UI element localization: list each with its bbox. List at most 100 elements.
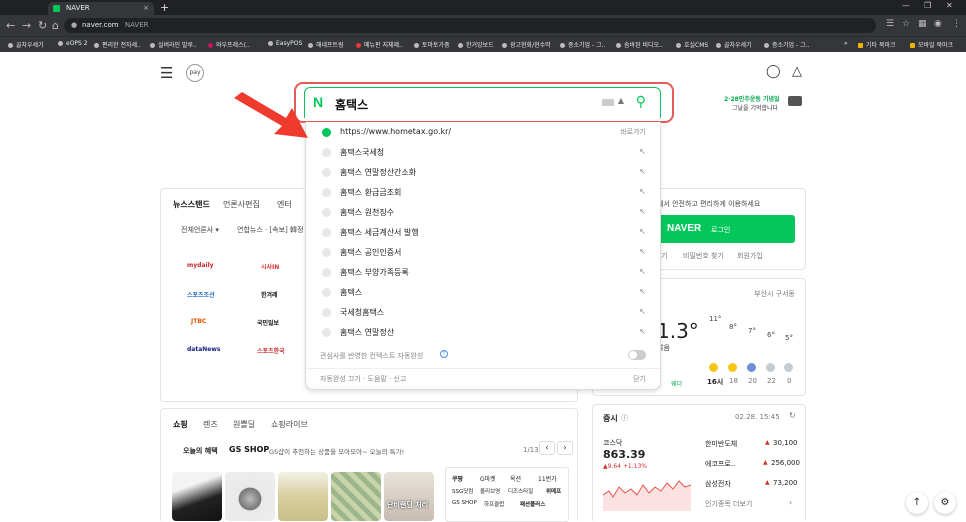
bookmark-star-icon[interactable]: ☆ — [902, 19, 910, 29]
pay-button[interactable]: pay — [186, 64, 204, 82]
help-icon[interactable]: ? — [440, 350, 448, 358]
back-icon[interactable]: ← — [6, 19, 15, 32]
bookmark-item[interactable]: eOPS 2 — [58, 40, 88, 47]
mall-link[interactable]: SSG닷컴 — [452, 487, 473, 495]
bookmark-item[interactable]: 와우프레스(.. — [208, 40, 250, 49]
tab-press-edit[interactable]: 언론사편집 — [223, 199, 260, 210]
tab-newsstand[interactable]: 뉴스스탠드 — [173, 199, 210, 210]
signup-link[interactable]: 회원가입 — [737, 251, 763, 261]
home-icon[interactable]: ⌂ — [52, 19, 59, 32]
search-input[interactable]: N 홈택스 ▲ ⚲ — [304, 87, 661, 118]
bookmark-item[interactable]: 한거잉보드 — [458, 40, 494, 49]
arrow-up-left-icon[interactable]: ↖ — [639, 227, 646, 236]
arrow-up-left-icon[interactable]: ↖ — [639, 147, 646, 156]
press-logo[interactable]: mydaily — [187, 262, 214, 269]
index-name[interactable]: 코스닥 — [603, 438, 622, 448]
bookmark-item[interactable]: 골차우세기 — [8, 40, 44, 49]
refresh-icon[interactable]: ↻ — [789, 411, 796, 420]
context-autocomplete-toggle[interactable] — [628, 350, 646, 360]
hamburger-menu-icon[interactable]: ☰ — [160, 64, 173, 82]
arrow-up-left-icon[interactable]: ↖ — [639, 327, 646, 336]
promo-text[interactable]: GS샵이 추천하는 상품을 모아모아~ 오늘의 특가! — [269, 446, 404, 456]
bookmark-item[interactable]: 골차우세기 — [716, 40, 752, 49]
tab-one-deal[interactable]: 원쁠딜 — [233, 419, 255, 430]
address-bar[interactable]: ● naver.com NAVER — [64, 18, 876, 33]
press-logo[interactable]: 스포츠조선 — [187, 290, 215, 299]
bookmark-item[interactable]: 토마토가중 — [414, 40, 450, 49]
profile-avatar-icon[interactable]: ◉ — [934, 19, 942, 29]
arrow-up-left-icon[interactable]: ↖ — [639, 207, 646, 216]
suggestion-item[interactable]: 홈택스 원천징수 ↖ — [306, 204, 660, 223]
forward-icon[interactable]: → — [22, 19, 31, 32]
mall-link[interactable]: GS SHOP — [452, 500, 477, 506]
goto-link[interactable]: 바로가기 — [620, 127, 646, 137]
mall-link[interactable]: 하프클럽 — [484, 500, 504, 508]
press-filter-dropdown[interactable]: 전체언론사 ▾ — [181, 225, 219, 235]
stocks-info-icon[interactable]: ⓘ — [621, 413, 628, 423]
press-logo[interactable]: 스포츠한국 — [257, 346, 285, 355]
stock-name[interactable]: 한미반도체 — [705, 439, 737, 449]
menu-kebab-icon[interactable]: ⋮ — [952, 19, 961, 29]
product-thumbnail[interactable] — [278, 472, 328, 521]
suggestion-item[interactable]: 홈택스 부양가족등록 ↖ — [306, 264, 660, 283]
carousel-next-icon[interactable]: › — [557, 441, 573, 455]
arrow-up-left-icon[interactable]: ↖ — [639, 287, 646, 296]
bookmark-item[interactable]: EasyPOS — [268, 40, 302, 47]
bookmarks-overflow[interactable]: » — [844, 40, 848, 47]
stock-name[interactable]: 에코프로.. — [705, 459, 735, 469]
arrow-up-left-icon[interactable]: ↖ — [639, 267, 646, 276]
mall-link[interactable]: 쿠팡 — [452, 474, 463, 483]
new-tab-button[interactable]: + — [160, 1, 169, 14]
suggestion-item[interactable]: 홈택스 연말정산간소화 ↖ — [306, 164, 660, 183]
bookmark-item[interactable]: 실버라인 발루.. — [150, 40, 197, 49]
suggestion-item[interactable]: 홈택스 공인인증서 ↖ — [306, 244, 660, 263]
minimize-icon[interactable]: — — [902, 1, 910, 10]
bookmark-item[interactable]: 해네프트링 — [308, 40, 344, 49]
press-logo[interactable]: 한겨레 — [261, 290, 278, 299]
bookmark-item[interactable]: 중소기업 - 그.. — [560, 40, 605, 49]
arrow-up-left-icon[interactable]: ↖ — [639, 187, 646, 196]
close-window-icon[interactable]: ✕ — [946, 1, 953, 10]
product-thumbnail[interactable] — [225, 472, 275, 521]
keyboard-icon[interactable] — [602, 99, 614, 106]
scroll-top-icon[interactable]: ↑ — [906, 492, 928, 514]
tab-close-icon[interactable]: × — [143, 2, 149, 15]
translate-icon[interactable]: ☰ — [886, 19, 894, 29]
suggestion-site[interactable]: https://www.hometax.go.kr/ 바로가기 — [306, 124, 660, 143]
suggestion-item[interactable]: 홈택스 세금계산서 발행 ↖ — [306, 224, 660, 243]
mall-link[interactable]: 11번가 — [538, 474, 557, 483]
event-banner-line2[interactable]: 그날을 기억합니다 — [732, 103, 778, 112]
bookmark-item[interactable]: 광고현화/현수막 — [502, 40, 551, 49]
mall-link[interactable]: 올리브영 — [480, 487, 500, 495]
tab-shopping[interactable]: 쇼핑 — [173, 419, 188, 430]
find-password-link[interactable]: 비밀번호 찾기 — [683, 251, 724, 261]
news-ticker[interactable]: 연합뉴스 · [속보] 韓정 — [237, 225, 303, 235]
bookmark-folder-other[interactable]: 기타 북마크 — [858, 40, 896, 49]
mall-link[interactable]: 패션플러스 — [520, 500, 545, 508]
mall-link[interactable]: 위메프 — [546, 487, 561, 495]
notification-bell-icon[interactable]: △ — [792, 64, 802, 79]
bookmark-item[interactable]: 솜바된 비디오.. — [616, 40, 663, 49]
close-dropdown-button[interactable]: 닫기 — [633, 374, 646, 384]
arrow-up-left-icon[interactable]: ↖ — [639, 167, 646, 176]
browser-tab[interactable]: NAVER × — [48, 2, 154, 15]
caret-up-icon[interactable]: ▲ — [618, 96, 624, 105]
tab-lens[interactable]: 렌즈 — [203, 419, 218, 430]
gs-shop-brand[interactable]: GS SHOP — [229, 445, 269, 454]
weather-location[interactable]: 부산시 구서동 — [754, 289, 795, 299]
product-thumbnail[interactable] — [172, 472, 222, 521]
arrow-up-left-icon[interactable]: ↖ — [639, 247, 646, 256]
restore-icon[interactable]: ❐ — [924, 1, 931, 10]
bookmark-item[interactable]: 메뉴판 지체제.. — [356, 40, 403, 49]
product-thumbnail[interactable] — [331, 472, 381, 521]
tab-entertainment[interactable]: 엔터 — [277, 199, 292, 210]
reload-icon[interactable]: ↻ — [38, 19, 47, 32]
bookmark-item[interactable]: 호실CMS — [676, 40, 708, 49]
event-banner-line1[interactable]: 2·28민주운동 기념일 — [724, 94, 780, 103]
suggestion-item[interactable]: 홈택스 환급금조회 ↖ — [306, 184, 660, 203]
footer-links[interactable]: 자동완성 끄기 · 도움말 · 신고 — [320, 374, 406, 384]
press-logo[interactable]: 국민일보 — [257, 318, 279, 327]
naver-login-button[interactable]: NAVER 로그인 — [641, 215, 795, 243]
mall-link[interactable]: G마켓 — [480, 474, 496, 483]
tab-shopping-live[interactable]: 쇼핑라이브 — [271, 419, 308, 430]
